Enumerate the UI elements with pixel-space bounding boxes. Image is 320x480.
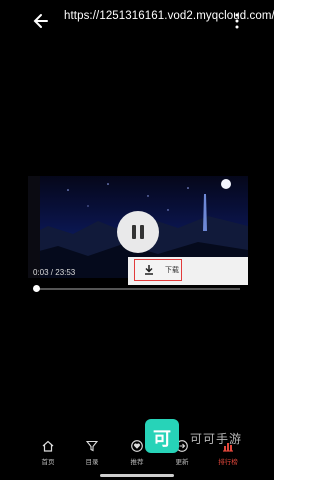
download-icon [145,265,153,275]
pause-button[interactable] [117,211,159,253]
playback-time: 0:03 / 23:53 [33,268,76,277]
nav-label-recommend: 推荐 [130,459,144,466]
download-button[interactable]: 下载 [134,259,182,281]
watermark-logo-char: 可 [153,429,171,449]
watermark-text: 可可手游 [190,432,243,446]
nav-item-home[interactable]: 首页 [30,436,66,470]
filter-icon [86,440,98,452]
page-url: https://1251316161.vod2.myqcloud.com/007… [64,10,320,22]
nav-label-update: 更新 [175,459,189,466]
watermark-logo: 可 [145,419,179,453]
back-arrow-icon[interactable] [32,12,50,30]
progress-thumb[interactable] [33,285,40,292]
nav-item-catalog[interactable]: 目录 [74,436,110,470]
heart-icon [131,440,143,452]
nav-label-ranking: 排行榜 [218,459,238,466]
home-icon [42,440,54,452]
progress-track[interactable] [36,288,240,290]
download-label: 下载 [165,267,179,274]
more-menu-icon[interactable] [230,12,244,30]
screen: https://1251316161.vod2.myqcloud.com/007… [0,0,320,480]
home-indicator [100,474,174,477]
nav-label-catalog: 目录 [85,459,99,466]
nav-label-home: 首页 [41,459,55,466]
